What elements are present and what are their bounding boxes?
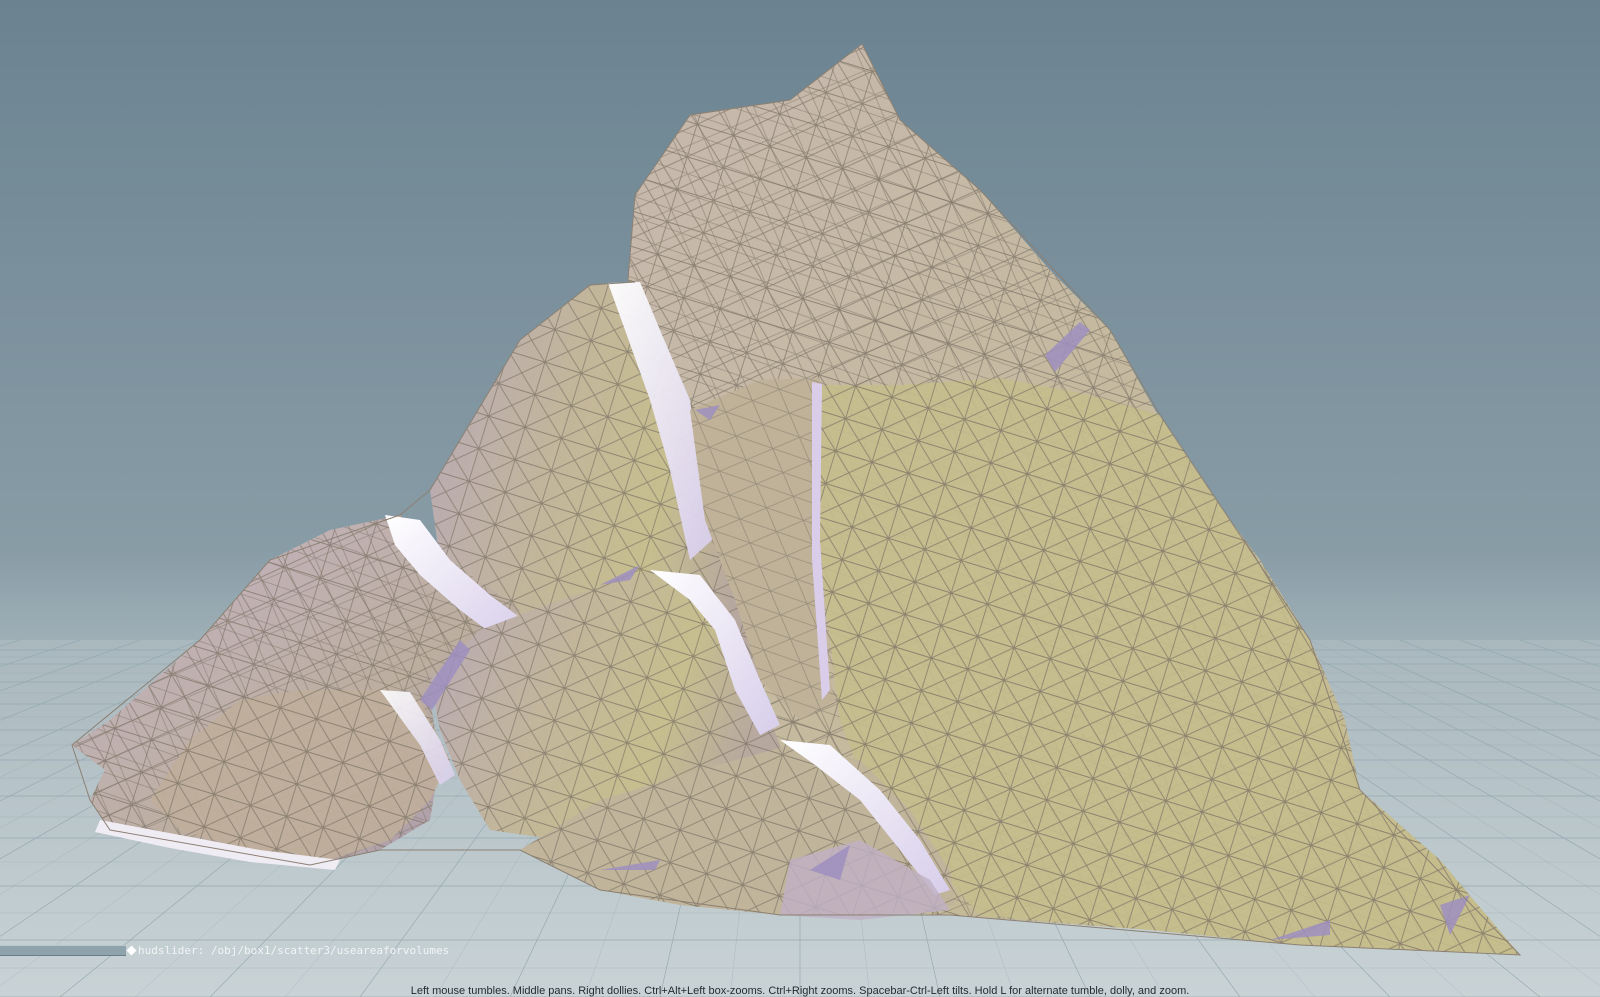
hud-slider-label: hudslider: /obj/box1/scatter3/useareafor…	[138, 943, 450, 957]
hud-slider-track[interactable]	[0, 944, 126, 956]
hud-slider-handle-icon[interactable]	[126, 945, 137, 955]
hud-slider[interactable]: hudslider: /obj/box1/scatter3/useareafor…	[0, 943, 449, 957]
3d-viewport[interactable]: hudslider: /obj/box1/scatter3/useareafor…	[0, 0, 1600, 997]
viewport-hint-text: Left mouse tumbles. Middle pans. Right d…	[410, 985, 1190, 997]
scene-canvas[interactable]	[0, 0, 1600, 997]
